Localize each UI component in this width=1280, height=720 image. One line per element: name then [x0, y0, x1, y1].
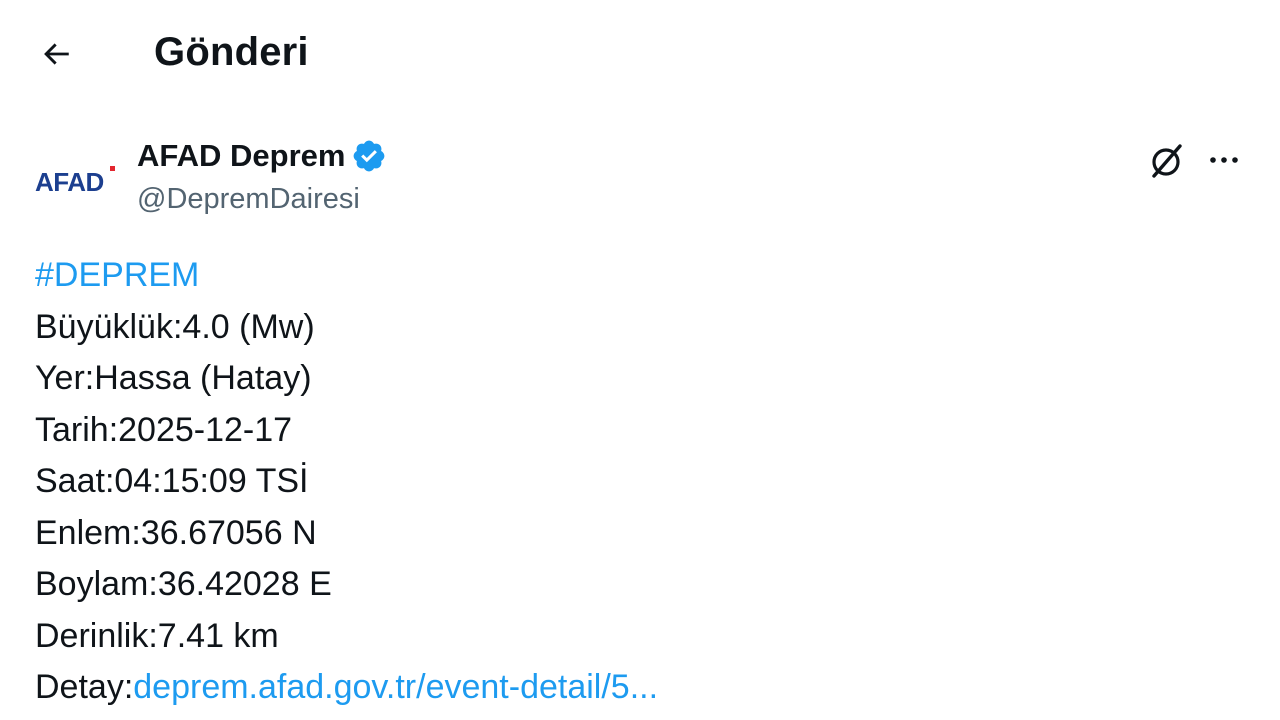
depth-line: Derinlik:7.41 km	[35, 616, 279, 655]
page-title: Gönderi	[154, 30, 309, 74]
display-name-row[interactable]: AFAD Deprem	[137, 136, 387, 176]
longitude-line: Boylam:36.42028 E	[35, 565, 332, 603]
verified-badge-icon[interactable]	[351, 138, 387, 174]
logo-text: AFAD	[35, 167, 104, 197]
detail-link[interactable]: deprem.afad.gov.tr/event-detail/5...	[133, 668, 658, 706]
location-line: Yer:Hassa (Hatay)	[35, 359, 312, 397]
time-line: Saat:04:15:09 TSİ	[35, 462, 309, 500]
tweet-author: AFAD AFAD Deprem @DepremDairesi	[0, 124, 1280, 224]
arrow-left-icon	[44, 43, 69, 65]
avatar[interactable]: AFAD	[30, 144, 120, 214]
tweet-text: #DEPREM Büyüklük:4.0 (Mw) Yer:Hassa (Hat…	[35, 250, 1235, 714]
afad-logo: AFAD	[35, 166, 115, 197]
latitude-line: Enlem:36.67056 N	[35, 513, 317, 552]
display-name[interactable]: AFAD Deprem	[137, 136, 345, 176]
grok-button[interactable]	[1140, 134, 1192, 186]
grok-icon	[1152, 144, 1182, 178]
top-bar: Gönderi	[0, 0, 1280, 104]
more-icon	[1210, 157, 1238, 163]
back-button[interactable]	[30, 28, 82, 80]
detail-label: Detay:	[35, 668, 134, 706]
more-button[interactable]	[1198, 134, 1250, 186]
date-line: Tarih:2025-12-17	[35, 410, 293, 449]
user-handle[interactable]: @DepremDairesi	[137, 180, 360, 218]
magnitude-line: Büyüklük:4.0 (Mw)	[35, 307, 315, 346]
detail-line: Detay:deprem.afad.gov.tr/event-detail/5.…	[35, 662, 1235, 714]
hashtag-link[interactable]: #DEPREM	[35, 256, 199, 294]
